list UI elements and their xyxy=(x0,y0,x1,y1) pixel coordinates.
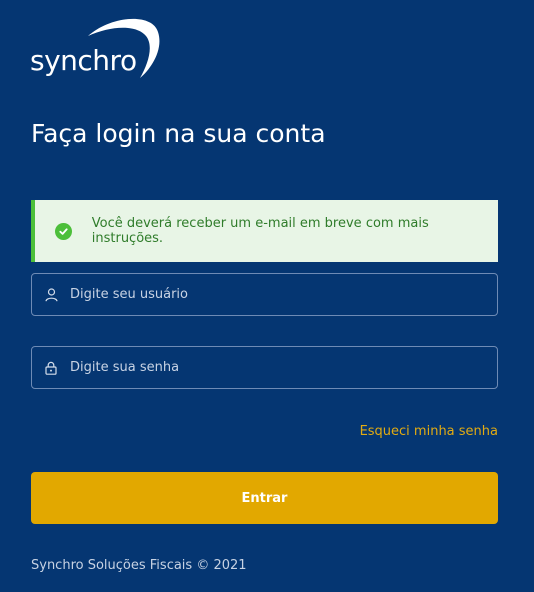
login-page: synchro Faça login na sua conta Você dev… xyxy=(0,0,534,592)
username-input[interactable] xyxy=(70,274,497,315)
logo-wordmark: synchro xyxy=(30,44,137,77)
synchro-logo: synchro xyxy=(30,14,166,84)
alert-message: Você deverá receber um e-mail em breve c… xyxy=(91,216,429,246)
success-alert: Você deverá receber um e-mail em breve c… xyxy=(31,200,498,262)
password-input[interactable] xyxy=(70,347,497,388)
footer-copyright: Synchro Soluções Fiscais © 2021 xyxy=(31,558,247,573)
lock-icon xyxy=(44,361,58,375)
page-title: Faça login na sua conta xyxy=(31,119,326,148)
user-icon xyxy=(44,287,58,302)
forgot-password-link[interactable]: Esqueci minha senha xyxy=(360,424,498,439)
password-field[interactable] xyxy=(31,346,498,389)
submit-button[interactable]: Entrar xyxy=(31,472,498,524)
check-circle-icon xyxy=(55,222,72,240)
username-field[interactable] xyxy=(31,273,498,316)
